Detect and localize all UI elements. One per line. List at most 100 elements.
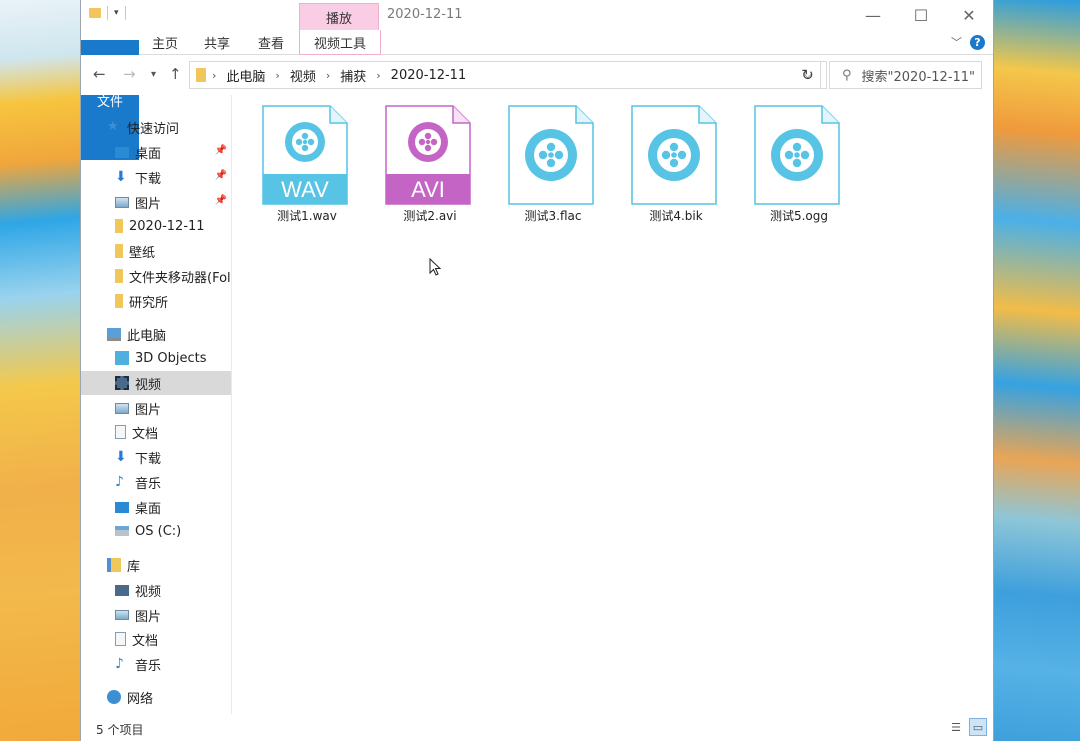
address-bar[interactable]: › 此电脑 › 视频 › 捕获 › 2020-12-11 ⌵ (189, 61, 821, 89)
computer-icon (107, 327, 121, 341)
sidebar-library[interactable]: 库 (81, 553, 231, 577)
sidebar-item-downloads[interactable]: ⬇ 下载 (81, 445, 231, 469)
sidebar-item-videos[interactable]: 视频 (81, 371, 231, 395)
toolbar-divider (107, 6, 108, 20)
desktop-icon (115, 146, 129, 158)
file-name: 测试3.flac (524, 209, 582, 223)
toolbar-divider (124, 6, 126, 20)
star-icon: ★ (107, 119, 119, 134)
sidebar-library-pictures[interactable]: 图片 (81, 603, 231, 627)
sidebar-item-desktop[interactable]: 桌面 📌 (81, 140, 231, 164)
file-type-badge: WAV (281, 177, 329, 202)
music-icon: ♪ (115, 656, 124, 672)
drive-icon (115, 526, 129, 536)
maximize-button[interactable]: ☐ (897, 0, 945, 30)
back-button[interactable]: ← (93, 65, 106, 83)
search-icon: ⚲ (842, 67, 852, 83)
sidebar-quick-access[interactable]: ★ 快速访问 (81, 115, 231, 139)
sidebar-item-pictures[interactable]: 图片 (81, 396, 231, 420)
close-button[interactable]: ✕ (945, 0, 993, 30)
item-count: 5 个项目 (96, 723, 144, 737)
mouse-cursor-icon (429, 258, 442, 276)
desktop-wallpaper-right (994, 0, 1080, 741)
video-file-icon (631, 105, 717, 205)
expand-ribbon-icon[interactable]: ﹀ (951, 34, 962, 50)
refresh-button[interactable]: ↻ (789, 61, 827, 89)
search-input[interactable]: ⚲ 搜索"2020-12-11" (829, 61, 982, 89)
play-context-tab[interactable]: 播放 (299, 3, 379, 31)
sidebar-item-wallpaper[interactable]: 壁纸 (81, 239, 231, 263)
file-type-badge: AVI (411, 177, 445, 202)
tab-home[interactable]: 主页 (139, 30, 191, 54)
video-file-icon: AVI (385, 105, 471, 205)
large-icons-view-button[interactable]: ▭ (969, 718, 987, 736)
file-list: WAV 测试1.wav AVI 测试2.avi 测试3.flac 测试4.bik… (232, 95, 993, 714)
title-bar: ▾ 播放 2020-12-11 — ☐ ✕ (81, 0, 993, 31)
file-item[interactable]: 测试5.ogg (729, 105, 840, 225)
folder-icon (196, 68, 206, 82)
crumb-current-folder[interactable]: 2020-12-11 (391, 68, 467, 83)
file-item[interactable]: 测试4.bik (606, 105, 717, 225)
sidebar-item-3d-objects[interactable]: 3D Objects (81, 346, 231, 370)
film-icon (115, 584, 129, 596)
breadcrumb: › 此电脑 › 视频 › 捕获 › 2020-12-11 (212, 66, 467, 85)
pictures-icon (115, 610, 129, 620)
minimize-button[interactable]: — (849, 0, 897, 30)
folder-icon (89, 8, 101, 18)
file-item[interactable]: 测试3.flac (483, 105, 594, 225)
sidebar-item-documents[interactable]: 文档 (81, 420, 231, 444)
sidebar-item-institute[interactable]: 研究所 (81, 289, 231, 313)
sidebar-library-documents[interactable]: 文档 (81, 627, 231, 651)
sidebar-library-music[interactable]: ♪ 音乐 (81, 652, 231, 676)
window-title: 2020-12-11 (387, 7, 463, 22)
sidebar-item-music[interactable]: ♪ 音乐 (81, 470, 231, 494)
sidebar-library-videos[interactable]: 视频 (81, 578, 231, 602)
sidebar-item-folder-2020-12-11[interactable]: 2020-12-11 (81, 214, 231, 238)
folder-icon (115, 244, 123, 258)
sidebar-network[interactable]: 网络 (81, 685, 231, 709)
help-icon[interactable]: ? (970, 34, 985, 50)
sidebar-item-folder-mover[interactable]: 文件夹移动器(Fol (81, 264, 231, 288)
sidebar-item-pictures[interactable]: 图片 📌 (81, 190, 231, 214)
folder-icon (115, 269, 123, 283)
forward-button[interactable]: → (123, 65, 136, 83)
crumb-this-pc[interactable]: 此电脑 (226, 66, 265, 85)
video-file-icon: WAV (262, 105, 348, 205)
folder-icon (115, 294, 123, 308)
crumb-capture[interactable]: 捕获 (340, 66, 366, 85)
document-icon (115, 425, 126, 439)
tab-view[interactable]: 查看 (243, 30, 299, 54)
search-placeholder: 搜索"2020-12-11" (861, 69, 976, 85)
sidebar-item-desktop[interactable]: 桌面 (81, 495, 231, 519)
pictures-icon (115, 402, 129, 414)
music-icon: ♪ (115, 474, 124, 490)
sidebar-this-pc[interactable]: 此电脑 (81, 322, 231, 346)
file-item[interactable]: AVI 测试2.avi (360, 105, 471, 225)
explorer-window: ▾ 播放 2020-12-11 — ☐ ✕ 文件 主页 共享 查看 视频工具 ﹀… (81, 0, 993, 741)
customize-toolbar-icon[interactable]: ▾ (114, 8, 119, 18)
sidebar-item-drive-c[interactable]: OS (C:) (81, 519, 231, 543)
file-name: 测试2.avi (403, 209, 457, 223)
recent-locations-icon[interactable]: ▾ (151, 69, 156, 80)
address-row: ← → ▾ ↑ › 此电脑 › 视频 › 捕获 › 2020-12-11 ⌵ ↻… (81, 55, 993, 95)
pictures-icon (115, 196, 129, 208)
pin-icon: 📌 (214, 170, 227, 181)
file-name: 测试5.ogg (769, 209, 829, 223)
up-button[interactable]: ↑ (169, 65, 182, 83)
quick-access-toolbar: ▾ (89, 6, 126, 20)
ribbon-tabs: 文件 主页 共享 查看 视频工具 ﹀ ? (81, 30, 993, 160)
desktop-wallpaper-left (0, 0, 81, 741)
file-name: 测试4.bik (649, 209, 703, 223)
tab-share[interactable]: 共享 (191, 30, 243, 54)
details-view-button[interactable]: ☰ (947, 718, 965, 736)
file-item[interactable]: WAV 测试1.wav (237, 105, 348, 225)
video-file-icon (754, 105, 840, 205)
video-file-icon (508, 105, 594, 205)
tab-video-tools[interactable]: 视频工具 (299, 30, 381, 55)
crumb-videos[interactable]: 视频 (290, 66, 316, 85)
pin-icon: 📌 (214, 145, 227, 156)
sidebar-item-downloads[interactable]: ⬇ 下载 📌 (81, 165, 231, 189)
network-icon (107, 690, 121, 704)
desktop-icon (115, 501, 129, 513)
pin-icon: 📌 (214, 195, 227, 206)
